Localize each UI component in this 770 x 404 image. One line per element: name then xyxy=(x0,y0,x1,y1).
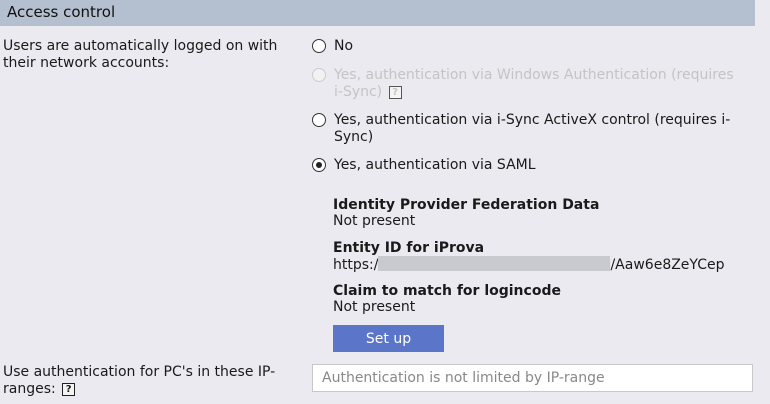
radio-activex[interactable] xyxy=(312,113,326,127)
entity-id-value: https:/ /Aaw6e8ZeYCep xyxy=(333,256,725,273)
idp-value: Not present xyxy=(333,213,416,229)
radio-option-activex[interactable]: Yes, authentication via i-Sync ActiveX c… xyxy=(312,112,742,146)
scrollbar[interactable] xyxy=(755,26,770,404)
idp-federation-block: Identity Provider Federation Data Not pr… xyxy=(333,197,599,229)
entity-id-prefix: https:/ xyxy=(333,257,379,273)
entity-id-title: Entity ID for iProva xyxy=(333,240,485,256)
section-title: Access control xyxy=(7,3,116,21)
radio-option-label: Yes, authentication via SAML xyxy=(334,157,536,173)
setup-button[interactable]: Set up xyxy=(333,325,444,352)
claim-value: Not present xyxy=(333,299,416,315)
claim-title: Claim to match for logincode xyxy=(333,283,561,299)
radio-option-windows-auth: Yes, authentication via Windows Authenti… xyxy=(312,67,742,101)
help-icon[interactable]: ? xyxy=(62,382,76,396)
ip-range-label: Use authentication for PC's in these IP-… xyxy=(3,364,293,398)
claim-block: Claim to match for logincode Not present xyxy=(333,283,561,315)
radio-option-label: Yes, authentication via i-Sync ActiveX c… xyxy=(334,112,731,145)
radio-saml[interactable] xyxy=(312,158,326,172)
radio-option-label: No xyxy=(334,38,354,54)
radio-windows-auth xyxy=(312,68,326,82)
help-icon[interactable]: ? xyxy=(388,85,402,99)
idp-title: Identity Provider Federation Data xyxy=(333,197,600,213)
auto-logon-label: Users are automatically logged on with t… xyxy=(3,38,278,71)
entity-id-suffix: /Aaw6e8ZeYCep xyxy=(610,257,725,273)
entity-id-block: Entity ID for iProva https:/ /Aaw6e8ZeYCe… xyxy=(333,240,725,273)
radio-option-saml[interactable]: Yes, authentication via SAML xyxy=(312,157,742,174)
ip-range-label-text: Use authentication for PC's in these IP-… xyxy=(3,364,276,397)
section-header: Access control xyxy=(0,0,755,26)
redacted-region xyxy=(378,256,611,271)
radio-no[interactable] xyxy=(312,39,326,53)
radio-option-no[interactable]: No xyxy=(312,38,742,55)
ip-range-input[interactable] xyxy=(312,364,753,392)
